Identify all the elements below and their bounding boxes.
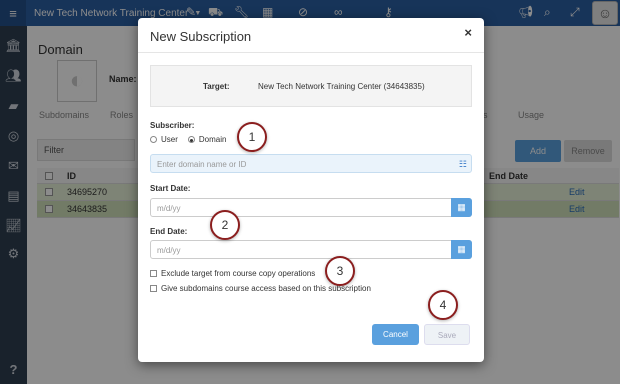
cancel-button[interactable]: Cancel xyxy=(372,324,419,345)
divider xyxy=(138,52,484,53)
domain-placeholder: Enter domain name or ID xyxy=(157,160,247,169)
end-date-input[interactable]: m/d/yy ▦ xyxy=(150,240,472,259)
target-label: Target: xyxy=(203,82,230,91)
step-callout-2: 2 xyxy=(210,210,240,240)
list-icon[interactable]: ☷ xyxy=(459,159,467,170)
subscriber-type: User Domain xyxy=(150,135,226,144)
subscriber-label: Subscriber: xyxy=(150,121,195,130)
step-callout-1: 1 xyxy=(237,122,267,152)
exclude-copy-checkbox[interactable] xyxy=(150,270,157,277)
calendar-icon[interactable]: ▦ xyxy=(451,198,472,217)
exclude-copy-label[interactable]: Exclude target from course copy operatio… xyxy=(161,269,315,278)
start-date-placeholder: m/d/yy xyxy=(157,204,181,213)
calendar-icon[interactable]: ▦ xyxy=(451,240,472,259)
domain-radio[interactable] xyxy=(187,136,195,143)
end-date-label: End Date: xyxy=(150,227,188,236)
user-radio-label[interactable]: User xyxy=(161,135,178,144)
dialog-title: New Subscription xyxy=(150,29,252,44)
step-callout-3: 3 xyxy=(325,256,355,286)
close-icon[interactable]: × xyxy=(464,25,472,40)
start-date-label: Start Date: xyxy=(150,184,191,193)
target-box: Target: New Tech Network Training Center… xyxy=(150,65,472,107)
start-date-input[interactable]: m/d/yy ▦ xyxy=(150,198,472,217)
domain-search-input[interactable]: Enter domain name or ID ☷ xyxy=(150,154,472,173)
subdomain-access-checkbox[interactable] xyxy=(150,285,157,292)
end-date-placeholder: m/d/yy xyxy=(157,246,181,255)
user-radio[interactable] xyxy=(150,136,157,143)
step-callout-4: 4 xyxy=(428,290,458,320)
domain-radio-label[interactable]: Domain xyxy=(199,135,227,144)
exclude-copy-option[interactable]: Exclude target from course copy operatio… xyxy=(150,269,315,278)
save-button[interactable]: Save xyxy=(424,324,470,345)
target-value: New Tech Network Training Center (346438… xyxy=(258,82,425,91)
